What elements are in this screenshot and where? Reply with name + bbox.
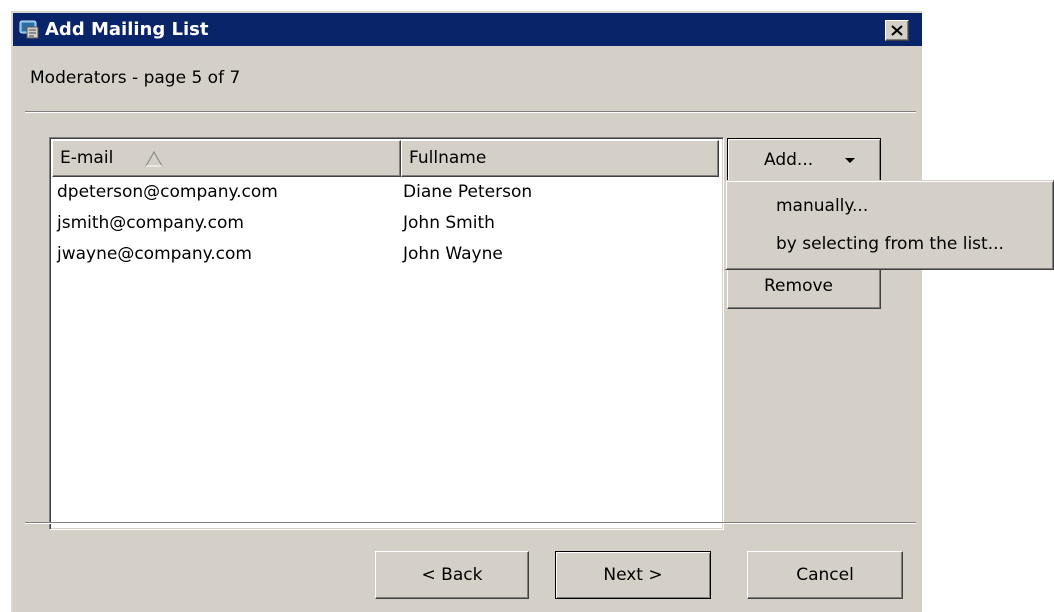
- dialog-title: Add Mailing List: [45, 19, 209, 40]
- row-fullname: Diane Peterson: [403, 182, 533, 202]
- list-header: E-mail Fullname: [52, 140, 721, 177]
- column-header-fullname[interactable]: Fullname: [401, 140, 719, 177]
- row-email: dpeterson@company.com: [57, 182, 278, 202]
- top-divider: [25, 111, 916, 113]
- app-icon: [19, 20, 39, 39]
- table-row[interactable]: dpeterson@company.com Diane Peterson: [52, 177, 712, 208]
- row-fullname: John Wayne: [403, 244, 503, 264]
- row-email: jsmith@company.com: [57, 213, 244, 233]
- table-row[interactable]: jwayne@company.com John Wayne: [52, 239, 712, 270]
- close-icon: [891, 25, 903, 36]
- table-row[interactable]: jsmith@company.com John Smith: [52, 208, 712, 239]
- cancel-button[interactable]: Cancel: [747, 551, 903, 599]
- title-bar[interactable]: Add Mailing List: [13, 13, 922, 46]
- column-header-email-label: E-mail: [60, 148, 114, 168]
- sort-ascending-icon: [145, 150, 163, 167]
- menu-item-select-from-list[interactable]: by selecting from the list...: [728, 227, 1051, 261]
- remove-button[interactable]: Remove: [727, 265, 881, 309]
- add-mailing-list-dialog: Add Mailing List Moderators - page 5 of …: [11, 11, 922, 612]
- row-fullname: John Smith: [403, 213, 495, 233]
- next-button[interactable]: Next >: [555, 551, 711, 599]
- menu-item-manually[interactable]: manually...: [728, 189, 1051, 223]
- add-button-label: Add...: [764, 150, 814, 170]
- moderators-list[interactable]: E-mail Fullname dpeterson@company.com Di…: [49, 137, 724, 530]
- column-header-fullname-label: Fullname: [409, 148, 487, 168]
- bottom-divider: [25, 522, 916, 524]
- remove-button-label: Remove: [764, 276, 833, 296]
- back-button[interactable]: < Back: [375, 551, 529, 599]
- column-header-email[interactable]: E-mail: [52, 140, 401, 177]
- page-subtitle: Moderators - page 5 of 7: [30, 68, 241, 88]
- add-button[interactable]: Add...: [727, 138, 881, 182]
- add-dropdown-menu: manually... by selecting from the list..…: [725, 180, 1054, 270]
- row-email: jwayne@company.com: [57, 244, 252, 264]
- close-button[interactable]: [885, 20, 909, 41]
- dropdown-arrow-icon: [845, 158, 855, 163]
